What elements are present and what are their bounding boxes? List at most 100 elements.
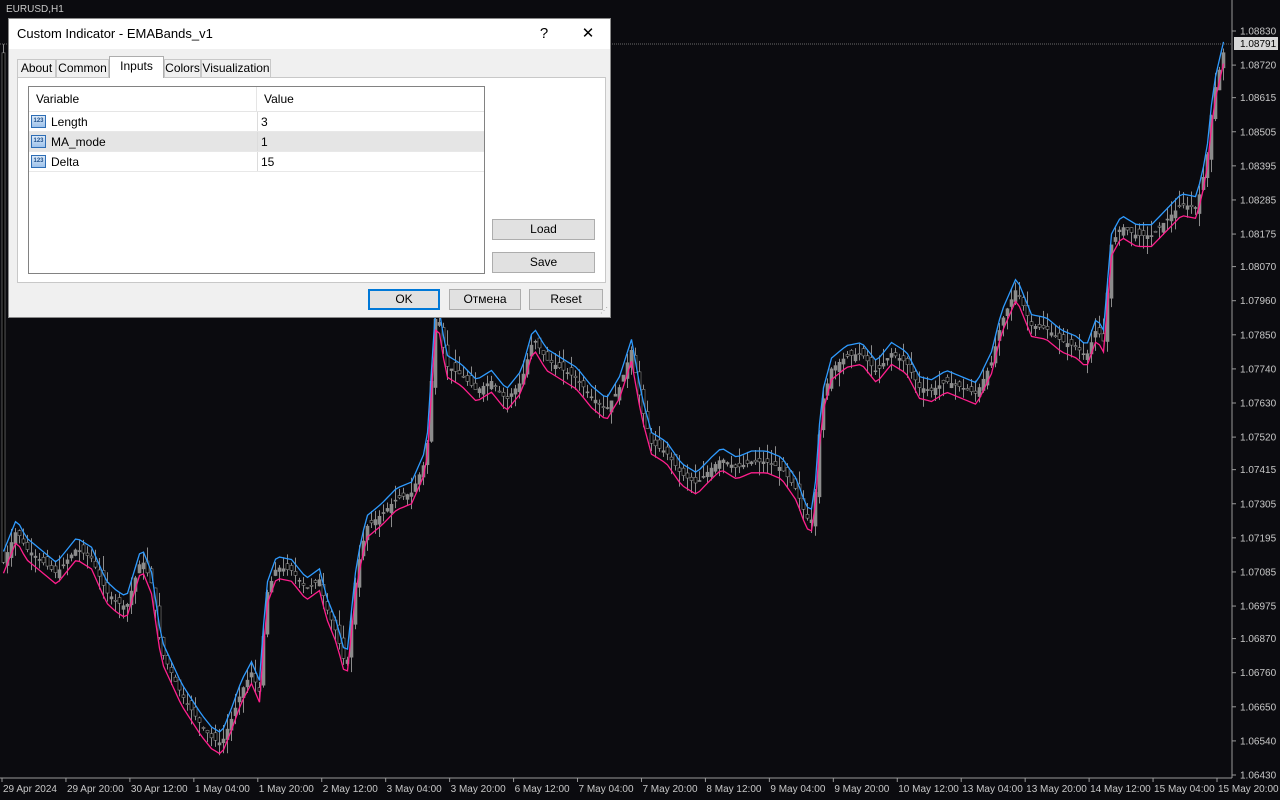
candle-body (849, 350, 854, 356)
candle-body (29, 552, 34, 556)
candle-body (837, 361, 842, 373)
close-icon: ✕ (581, 25, 595, 42)
candle-body (457, 370, 462, 375)
time-tick-label: 2 May 12:00 (323, 784, 378, 795)
candle-body (1129, 227, 1134, 233)
candle-body (213, 732, 218, 741)
candle-body (677, 467, 682, 472)
candle-body (385, 508, 390, 512)
candle-body (125, 603, 130, 607)
variable-value[interactable]: 3 (257, 112, 268, 131)
column-header-variable[interactable]: Variable (29, 87, 257, 111)
candle-body (605, 407, 610, 409)
candle-body (965, 388, 970, 391)
close-button[interactable]: ✕ (566, 19, 610, 49)
symbol-label: EURUSD,H1 (6, 4, 64, 15)
candle-body (897, 358, 902, 361)
candle-body (1133, 234, 1138, 239)
time-tick-label: 9 May 20:00 (834, 784, 889, 795)
candle-body (921, 388, 926, 393)
candle-body (621, 374, 626, 382)
candle-body (513, 388, 518, 395)
tab-inputs[interactable]: Inputs (109, 56, 164, 78)
candle-body (957, 381, 962, 387)
table-row[interactable]: 123 Length 3 (29, 112, 484, 132)
candle-body (869, 357, 874, 367)
save-button[interactable]: Save (492, 252, 595, 273)
candle-body (237, 696, 242, 703)
help-button[interactable]: ? (522, 19, 566, 49)
tab-colors[interactable]: Colors (164, 59, 201, 77)
candle-body (453, 362, 458, 372)
candle-body (1117, 229, 1122, 233)
tab-about[interactable]: About (17, 59, 56, 77)
candle-body (469, 375, 474, 386)
variable-value[interactable]: 1 (257, 132, 268, 151)
candle-body (477, 388, 482, 394)
candle-body (1037, 324, 1042, 328)
candle-body (489, 380, 494, 390)
candle-body (297, 580, 302, 582)
candle-body (1189, 204, 1194, 207)
candle-body (209, 733, 214, 739)
load-button[interactable]: Load (492, 219, 595, 240)
candle-body (1137, 228, 1142, 236)
candle-body (773, 461, 778, 466)
candle-body (1017, 295, 1022, 297)
table-row[interactable]: 123 MA_mode 1 (29, 132, 484, 152)
variable-name: Length (51, 115, 88, 129)
candle-body (733, 464, 738, 468)
candle-body (561, 361, 566, 371)
tab-visualization[interactable]: Visualization (201, 59, 271, 77)
candle-body (309, 584, 314, 587)
table-row[interactable]: 123 Delta 15 (29, 152, 484, 172)
reset-button[interactable]: Reset (529, 289, 603, 310)
candle-body (93, 560, 98, 568)
resize-grip-icon[interactable]: ⋰ (600, 307, 608, 315)
candle-body (401, 492, 406, 497)
candle-body (1177, 205, 1182, 207)
candle-body (1077, 347, 1082, 351)
candle-body (185, 703, 190, 705)
candle-body (437, 322, 442, 326)
candle-body (1029, 321, 1034, 326)
candle-body (53, 565, 58, 573)
cancel-button[interactable]: Отмена (449, 289, 521, 310)
candle-body (989, 362, 994, 366)
candle-body (277, 567, 282, 572)
price-tick-label: 1.08615 (1240, 93, 1277, 104)
variable-value[interactable]: 15 (257, 152, 274, 171)
candle-body (573, 375, 578, 378)
candle-body (1193, 207, 1198, 209)
candle-body (41, 557, 46, 564)
candle-body (557, 362, 562, 368)
candle-body (217, 742, 222, 746)
inputs-table[interactable]: Variable Value 123 Length 3 123 MA_mode … (28, 86, 485, 274)
candle-body (589, 396, 594, 399)
candle-body (33, 555, 38, 558)
price-tick-label: 1.06650 (1240, 702, 1277, 713)
ok-button[interactable]: OK (368, 289, 440, 310)
candle-body (381, 512, 386, 514)
candle-body (709, 467, 714, 477)
candle-body (73, 549, 78, 556)
column-header-value[interactable]: Value (256, 87, 484, 111)
tab-common[interactable]: Common (56, 59, 109, 77)
candle-body (21, 538, 26, 544)
candle-body (845, 354, 850, 357)
price-tick-label: 1.07630 (1240, 399, 1277, 410)
candle-body (649, 432, 654, 444)
candle-body (865, 355, 870, 362)
candle-body (369, 520, 374, 524)
candle-body (57, 569, 62, 579)
candle-body (449, 368, 454, 371)
time-tick-label: 29 Apr 20:00 (67, 784, 124, 795)
candle-body (77, 550, 82, 552)
price-tick-label: 1.06430 (1240, 771, 1277, 782)
candle-body (669, 456, 674, 461)
candle-body (1153, 230, 1158, 233)
candle-body (593, 399, 598, 404)
candle-body (585, 391, 590, 394)
candle-body (377, 515, 382, 525)
candle-body (961, 388, 966, 390)
